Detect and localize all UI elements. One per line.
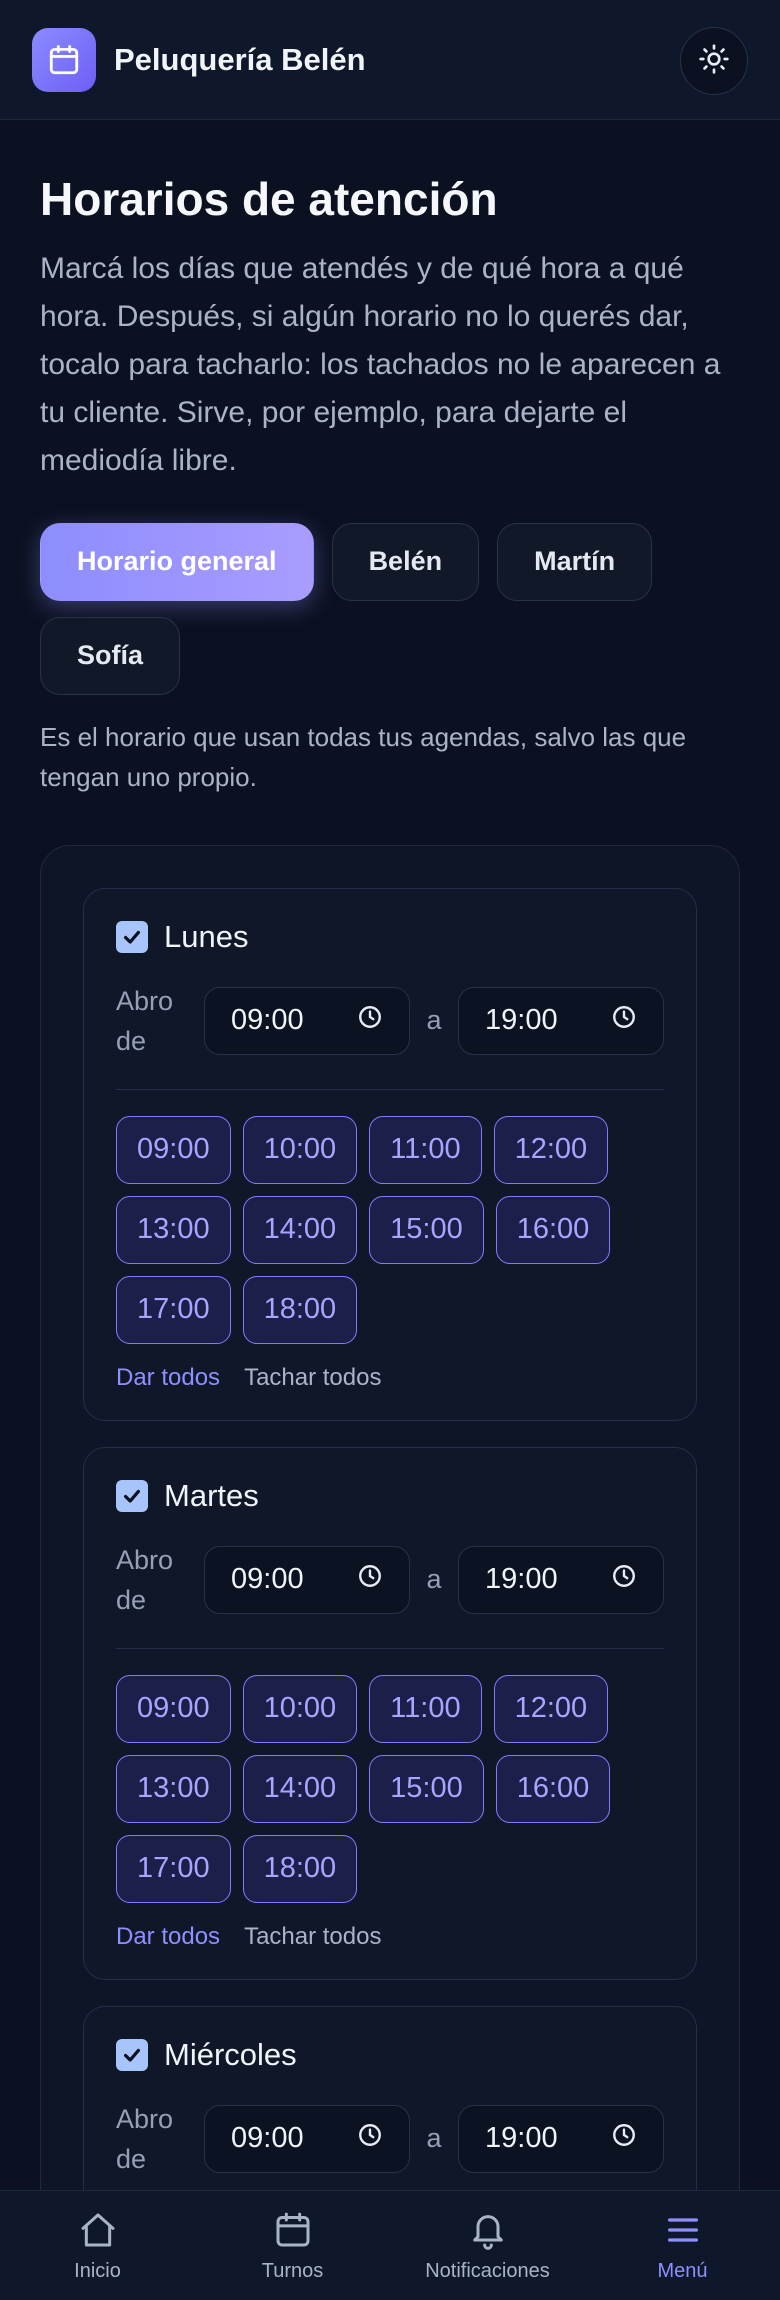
nav-item-turnos[interactable]: Turnos <box>195 2191 390 2300</box>
time-slot[interactable]: 13:00 <box>116 1754 231 1823</box>
open-time-value: 09:00 <box>231 1563 304 1596</box>
strike-all-button[interactable]: Tachar todos <box>244 1364 381 1392</box>
to-label: a <box>426 1005 442 1036</box>
nav-item-inicio[interactable]: Inicio <box>0 2191 195 2300</box>
day-card-lunes: Lunes Abro de 09:00 a 19:00 09:00 10:00 … <box>83 887 697 1421</box>
hours-row: Abro de 09:00 a 19:00 <box>116 2099 664 2179</box>
clock-icon <box>357 2122 383 2156</box>
time-slot[interactable]: 11:00 <box>369 1115 482 1184</box>
bottom-nav: Inicio Turnos Notificaciones Menú <box>0 2190 780 2300</box>
nav-item-menu[interactable]: Menú <box>585 2191 780 2300</box>
open-time-value: 09:00 <box>231 2122 304 2155</box>
open-time-input[interactable]: 09:00 <box>204 1545 410 1614</box>
calendar-icon <box>32 27 96 92</box>
close-time-value: 19:00 <box>485 1563 558 1596</box>
tab-sofia[interactable]: Sofía <box>40 616 181 695</box>
day-checkbox[interactable] <box>116 2038 148 2071</box>
day-header: Lunes <box>116 919 664 955</box>
nav-item-notificaciones[interactable]: Notificaciones <box>390 2191 585 2300</box>
time-slot[interactable]: 16:00 <box>495 1754 611 1823</box>
open-time-input[interactable]: 09:00 <box>204 986 410 1055</box>
to-label: a <box>426 2123 442 2154</box>
time-slot[interactable]: 09:00 <box>116 1674 231 1743</box>
schedule-tabs: Horario general Belén Martín Sofía <box>40 522 740 695</box>
calendar-icon <box>271 2208 315 2252</box>
time-slot[interactable]: 12:00 <box>493 1115 609 1184</box>
time-slot[interactable]: 12:00 <box>493 1674 609 1743</box>
divider <box>116 1088 664 1090</box>
close-time-input[interactable]: 19:00 <box>458 986 664 1055</box>
day-checkbox[interactable] <box>116 920 148 953</box>
nav-label: Inicio <box>74 2260 121 2282</box>
time-slots: 09:00 10:00 11:00 12:00 13:00 14:00 15:0… <box>116 1115 664 1344</box>
time-slot[interactable]: 10:00 <box>242 1115 358 1184</box>
divider <box>116 1647 664 1649</box>
hours-row: Abro de 09:00 a 19:00 <box>116 981 664 1061</box>
time-slot[interactable]: 13:00 <box>116 1195 231 1264</box>
open-time-value: 09:00 <box>231 1004 304 1037</box>
nav-label: Menú <box>657 2260 708 2282</box>
tab-martin[interactable]: Martín <box>497 522 653 601</box>
tab-hint: Es el horario que usan todas tus agendas… <box>40 721 687 792</box>
clock-icon <box>611 1563 637 1597</box>
home-icon <box>76 2208 120 2252</box>
app-title: Peluquería Belén <box>114 41 366 77</box>
day-card-martes: Martes Abro de 09:00 a 19:00 09:00 10:00… <box>83 1446 697 1980</box>
clock-icon <box>611 1004 637 1038</box>
time-slot[interactable]: 16:00 <box>495 1195 611 1264</box>
open-from-label: Abro de <box>116 2103 174 2174</box>
day-header: Martes <box>116 1478 664 1514</box>
tab-belen[interactable]: Belén <box>331 522 480 601</box>
day-header: Miércoles <box>116 2037 664 2073</box>
close-time-value: 19:00 <box>485 2122 558 2155</box>
open-from-label: Abro de <box>116 1544 174 1615</box>
clock-icon <box>357 1004 383 1038</box>
time-slot[interactable]: 15:00 <box>369 1754 484 1823</box>
time-slot[interactable]: 17:00 <box>116 1275 231 1344</box>
page-title: Horarios de atención <box>40 173 498 225</box>
page-description: Marcá los días que atendés y de qué hora… <box>40 251 721 477</box>
tab-horario-general[interactable]: Horario general <box>40 522 314 601</box>
close-time-input[interactable]: 19:00 <box>458 1545 664 1614</box>
time-slot[interactable]: 18:00 <box>242 1275 358 1344</box>
sun-icon <box>698 43 730 80</box>
app-header: Peluquería Belén <box>0 0 780 120</box>
day-name: Martes <box>164 1477 259 1513</box>
nav-label: Turnos <box>261 2260 324 2282</box>
time-slot[interactable]: 11:00 <box>369 1674 482 1743</box>
open-from-label: Abro de <box>116 985 174 1056</box>
menu-icon <box>661 2208 705 2252</box>
time-slot[interactable]: 17:00 <box>116 1834 231 1903</box>
give-all-button[interactable]: Dar todos <box>116 1923 220 1951</box>
theme-toggle-button[interactable] <box>680 27 748 95</box>
main-content: Horarios de atención Marcá los días que … <box>40 120 740 2245</box>
clock-icon <box>357 1563 383 1597</box>
hours-row: Abro de 09:00 a 19:00 <box>116 1540 664 1620</box>
slot-actions: Dar todos Tachar todos <box>116 1364 664 1392</box>
schedule-panel: Lunes Abro de 09:00 a 19:00 09:00 10:00 … <box>40 844 740 2245</box>
strike-all-button[interactable]: Tachar todos <box>244 1923 381 1951</box>
day-checkbox[interactable] <box>116 1479 148 1512</box>
day-name: Lunes <box>164 918 249 954</box>
time-slot[interactable]: 10:00 <box>242 1674 358 1743</box>
bell-icon <box>466 2208 510 2252</box>
time-slot[interactable]: 14:00 <box>242 1195 358 1264</box>
open-time-input[interactable]: 09:00 <box>204 2104 410 2173</box>
nav-label: Notificaciones <box>425 2260 550 2282</box>
to-label: a <box>426 1564 442 1595</box>
close-time-value: 19:00 <box>485 1004 558 1037</box>
give-all-button[interactable]: Dar todos <box>116 1364 220 1392</box>
time-slot[interactable]: 18:00 <box>242 1834 358 1903</box>
time-slot[interactable]: 15:00 <box>369 1195 484 1264</box>
clock-icon <box>611 2122 637 2156</box>
time-slot[interactable]: 09:00 <box>116 1115 231 1184</box>
time-slots: 09:00 10:00 11:00 12:00 13:00 14:00 15:0… <box>116 1674 664 1903</box>
slot-actions: Dar todos Tachar todos <box>116 1923 664 1951</box>
app-root: Peluquería Belén Horarios de atención Ma… <box>0 0 780 2300</box>
day-name: Miércoles <box>164 2036 297 2072</box>
close-time-input[interactable]: 19:00 <box>458 2104 664 2173</box>
time-slot[interactable]: 14:00 <box>242 1754 358 1823</box>
